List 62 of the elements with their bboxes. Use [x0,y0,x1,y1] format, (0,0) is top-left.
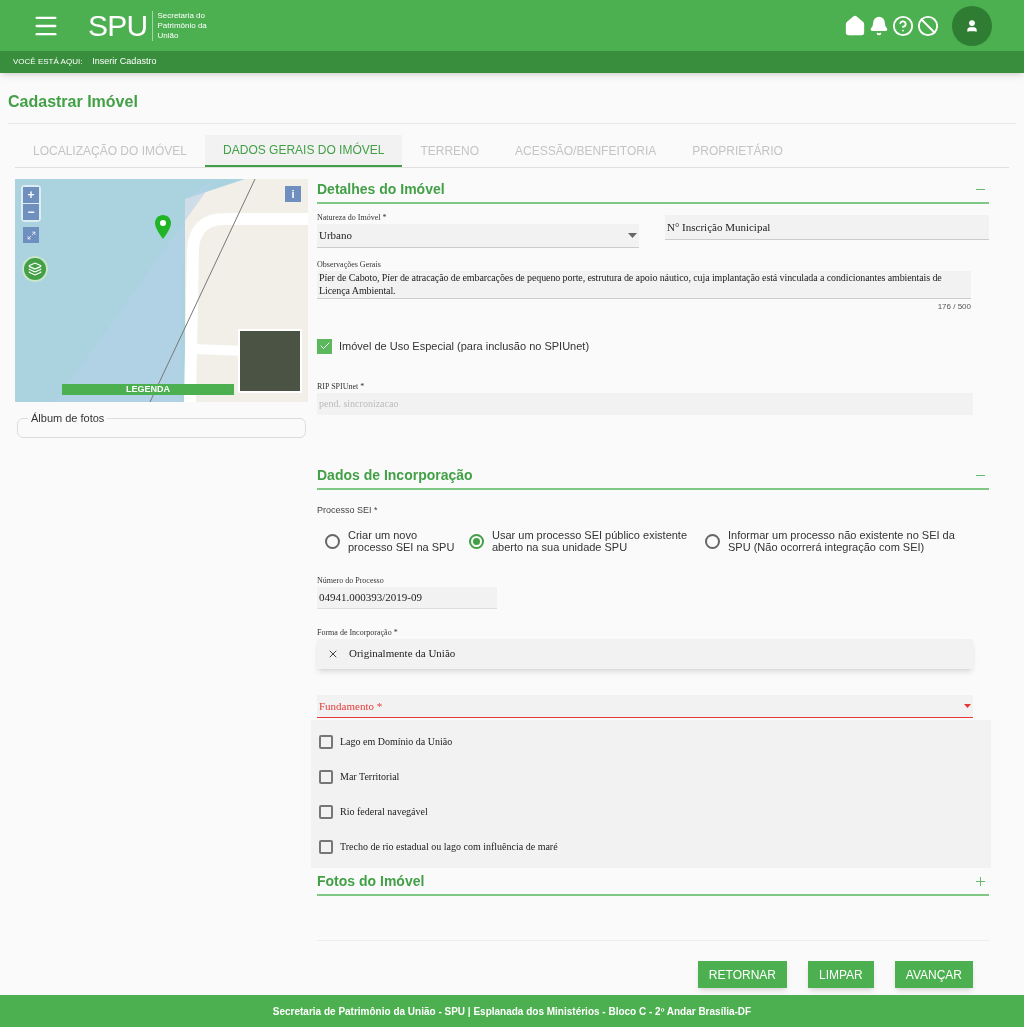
info-button[interactable]: i [285,186,301,202]
dropdown-caret-icon [964,704,971,708]
observacoes-textarea[interactable]: Píer de Caboto, Píer de atracação de embarcações de pequeno porte, estrutura de apoio náutico, cuja implantação está vinculada a condicionantes ambientais de Licença Ambiental. [317,271,971,299]
breadcrumb-link[interactable]: Inserir Cadastro [92,55,157,69]
field-label: Processo SEI * [317,503,379,517]
checkbox[interactable] [319,804,333,819]
logo-subtitle: Secretaria do Patrimônio da União [152,10,211,41]
radio-label: Criar um novo processo SEI na SPU [348,529,455,553]
page-title: Cadastrar Imóvel [8,90,1016,124]
map-pin-icon[interactable] [155,215,171,239]
breadcrumb-label: VOCÊ ESTÁ AQUI: [13,56,83,68]
zoom-in-button[interactable]: + [23,187,39,203]
home-icon[interactable] [844,14,866,37]
zoom-out-button[interactable]: − [23,204,39,220]
fullscreen-button[interactable] [23,227,39,243]
logo-text: SPU [88,10,148,41]
checkbox[interactable] [319,769,333,784]
numero-input[interactable]: 04941.000393/2019-09 [317,587,497,609]
checkbox[interactable] [319,839,333,854]
action-button[interactable]: LIMPAR [807,961,874,988]
block-icon[interactable] [917,14,939,37]
radio-button[interactable] [469,533,484,549]
section-title: Detalhes do Imóvel [317,180,445,199]
user-button[interactable] [952,5,992,46]
radio-button[interactable] [705,533,720,549]
field-label: Natureza do Imóvel * [317,212,388,224]
checkbox[interactable] [317,338,332,354]
natureza-select[interactable]: Urbano [317,224,639,248]
radio-button[interactable] [325,533,340,549]
option-label[interactable]: Rio federal navegável [340,804,428,819]
map-view[interactable]: + − i LEGENDA [15,179,308,402]
expand-icon [26,230,36,240]
fundamento-select[interactable]: Fundamento * [317,695,973,718]
bell-icon[interactable] [869,15,889,36]
footer: Secretaria de Patrimônio da União - SPU | Esplanada dos Ministérios - Bloco C - 2º Andar Brasília-DF [0,995,1024,1027]
legend-button[interactable]: LEGENDA [62,384,234,395]
minimap-placeholder[interactable] [238,329,302,393]
help-icon[interactable] [892,14,914,37]
tab[interactable]: DADOS GERAIS DO IMÓVEL [205,135,403,167]
field-label: Observações Gerais [317,259,382,271]
radio-label: Informar um processo não existente no SEI da SPU (Não ocorrerá integração com SEI) [728,529,956,553]
field-label: RIP SPIUnet * [317,380,366,393]
option-label[interactable]: Trecho de rio estadual ou lago com influência de maré [340,839,558,854]
char-counter: 176 / 500 [936,301,971,313]
dropdown-caret-icon [628,233,637,238]
radio-label: Usar um processo SEI público existente aberto na sua unidade SPU [492,529,689,553]
action-button[interactable]: RETORNAR [697,961,787,988]
section-title: Dados de Incorporação [317,465,473,485]
option-label[interactable]: Lago em Domínio da União [340,734,453,749]
field-label: Número do Processo [317,575,385,587]
checkbox-label: Imóvel de Uso Especial (para inclusão no SPIUnet) [339,339,590,354]
action-button[interactable]: AVANÇAR [894,961,973,988]
inscricao-input[interactable]: N° Inscrição Municipal [665,215,989,240]
section-title: Fotos do Imóvel [317,872,425,891]
plus-icon[interactable] [976,877,985,886]
option-label[interactable]: Mar Territorial [340,769,400,784]
field-label: Forma de Incorporação * [317,627,399,639]
forma-select[interactable]: Originalmente da União [317,639,973,669]
user-icon [965,18,979,33]
checkbox[interactable] [319,734,333,749]
clear-icon[interactable] [327,648,339,660]
layers-icon [28,262,42,276]
